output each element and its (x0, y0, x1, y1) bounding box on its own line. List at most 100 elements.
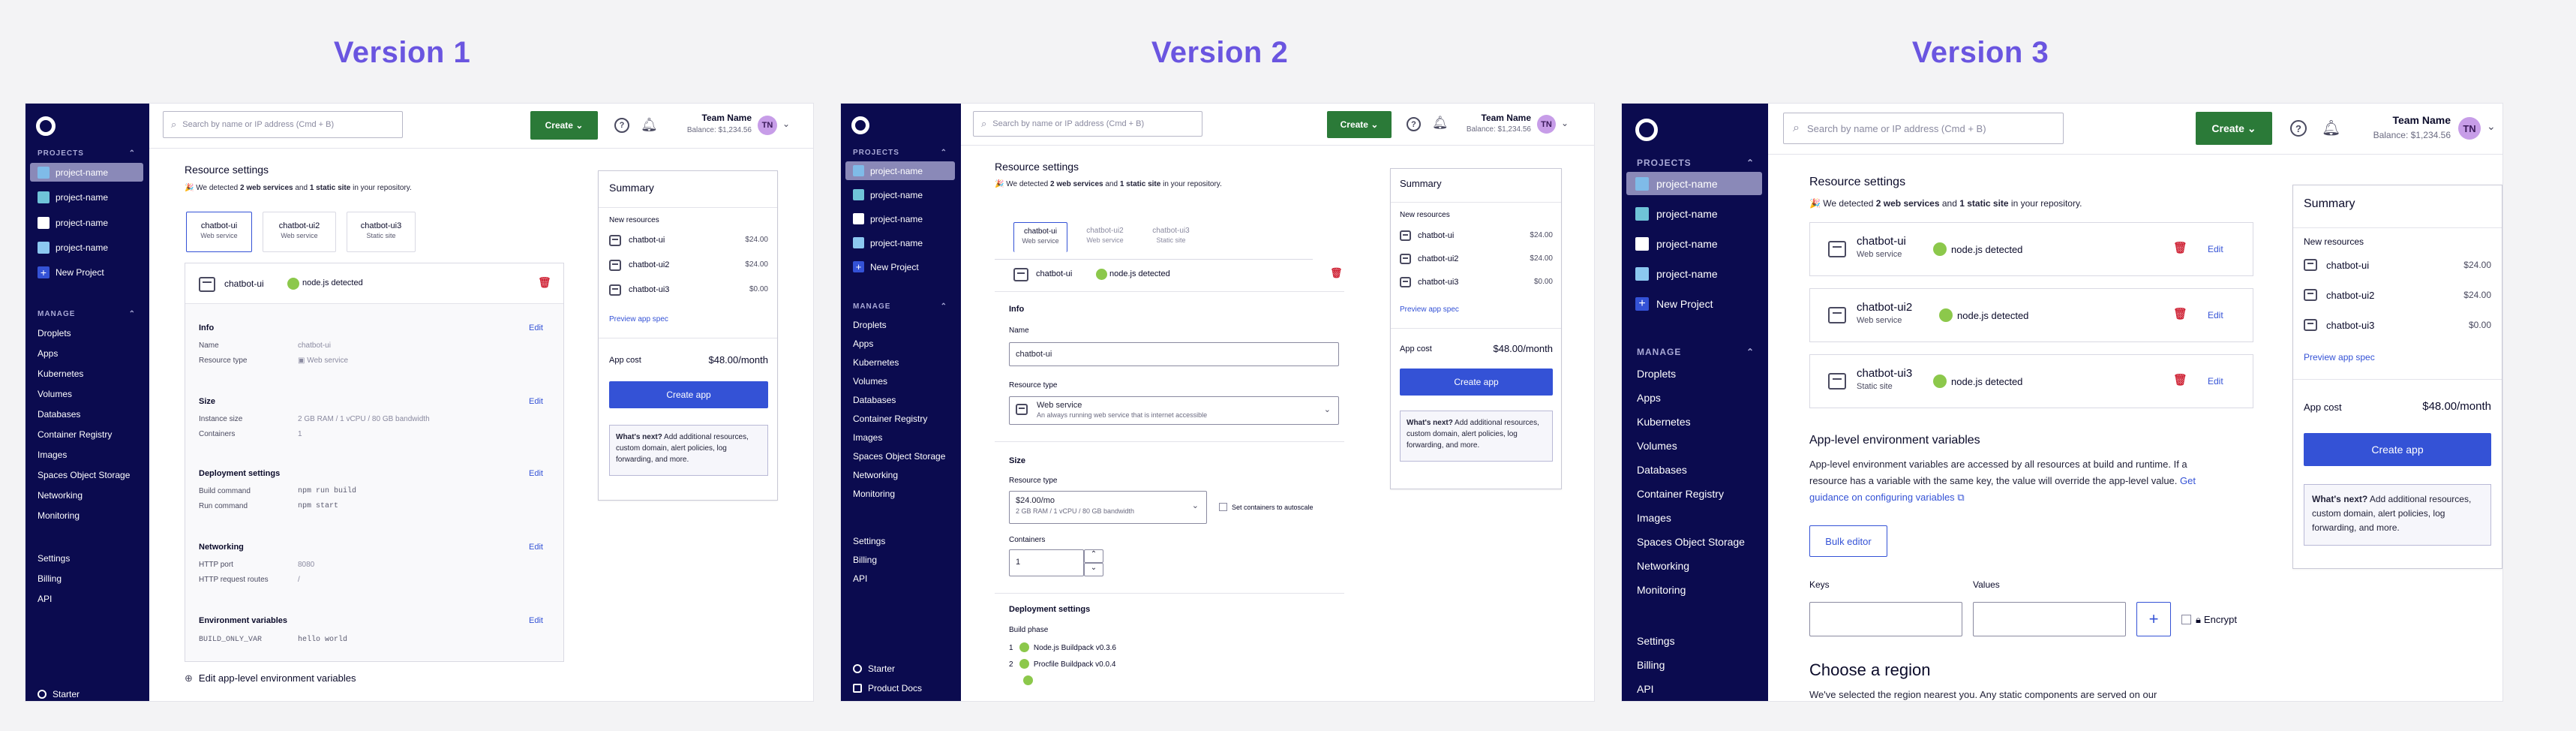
edit-info-link[interactable]: Edit (529, 323, 543, 332)
avatar[interactable]: TN (1537, 115, 1556, 134)
nav-kubernetes[interactable]: Kubernetes (38, 369, 83, 379)
create-button[interactable]: Create ⌄ (1327, 111, 1392, 138)
help-icon[interactable]: ? (614, 118, 629, 133)
bell-icon[interactable]: 🔔︎ (2322, 119, 2340, 137)
edit-app-env-link[interactable]: ⊕ Edit app-level environment variables (185, 672, 356, 684)
tab-chatbot-ui3[interactable]: chatbot-ui3 Static site (347, 212, 416, 252)
help-icon[interactable]: ? (2290, 120, 2307, 137)
sidebar-project-4[interactable]: project-name (1626, 262, 1762, 285)
preview-app-spec-link[interactable]: Preview app spec (609, 315, 668, 323)
new-project-link[interactable]: + New Project (1626, 292, 1762, 315)
trash-icon[interactable]: 🗑︎ (538, 276, 551, 289)
create-button[interactable]: Create ⌄ (2196, 112, 2272, 145)
nav-billing[interactable]: Billing (1637, 659, 1665, 671)
nav-images[interactable]: Images (853, 432, 882, 443)
bulk-editor-button[interactable]: Bulk editor (1809, 525, 1887, 557)
edit-link[interactable]: Edit (2208, 376, 2223, 387)
sidebar-project-3[interactable]: project-name (845, 209, 955, 228)
nav-volumes[interactable]: Volumes (853, 376, 887, 387)
chevron-down-icon[interactable]: ⌄ (782, 119, 790, 129)
nav-spaces[interactable]: Spaces Object Storage (853, 451, 945, 462)
decrement-button[interactable]: ⌄ (1084, 563, 1103, 576)
preview-app-spec-link[interactable]: Preview app spec (2304, 352, 2375, 362)
help-icon[interactable]: ? (1407, 117, 1421, 131)
nav-billing[interactable]: Billing (853, 555, 877, 565)
edit-size-link[interactable]: Edit (529, 397, 543, 406)
avatar[interactable]: TN (2458, 117, 2481, 140)
sidebar-project-1[interactable]: project-name (30, 163, 143, 182)
trash-icon[interactable]: 🗑︎ (2173, 241, 2187, 254)
nav-container-registry[interactable]: Container Registry (38, 429, 112, 440)
new-project-link[interactable]: + New Project (30, 263, 143, 281)
nav-droplets[interactable]: Droplets (1637, 368, 1676, 380)
sidebar-project-4[interactable]: project-name (30, 238, 143, 257)
nav-settings[interactable]: Settings (38, 553, 70, 564)
add-env-button[interactable]: + (2136, 602, 2171, 636)
nav-networking[interactable]: Networking (853, 470, 898, 480)
bell-icon[interactable]: 🔔︎ (641, 117, 658, 133)
edit-networking-link[interactable]: Edit (529, 543, 543, 552)
tab-chatbot-ui[interactable]: chatbot-ui Web service (1013, 222, 1067, 252)
trash-icon[interactable]: 🗑︎ (2173, 307, 2187, 320)
nav-starter[interactable]: Starter (38, 689, 80, 699)
avatar[interactable]: TN (758, 116, 777, 135)
component-row[interactable]: chatbot-ui Web service node.js detected … (1809, 222, 2253, 276)
search-input[interactable]: ⌕ Search by name or IP address (Cmd + B) (163, 111, 403, 138)
nav-apps[interactable]: Apps (38, 348, 58, 359)
nav-container-registry[interactable]: Container Registry (853, 414, 927, 424)
chevron-down-icon[interactable]: ⌄ (1561, 118, 1569, 128)
chevron-down-icon[interactable]: ⌄ (2487, 120, 2496, 133)
new-project-link[interactable]: + New Project (845, 257, 955, 276)
logo-icon[interactable] (36, 116, 56, 136)
instance-size-select[interactable]: $24.00/mo 2 GB RAM / 1 vCPU / 80 GB bandw… (1009, 491, 1207, 524)
tab-chatbot-ui3[interactable]: chatbot-ui3 Static site (1141, 222, 1201, 252)
sidebar-project-4[interactable]: project-name (845, 233, 955, 252)
create-app-button[interactable]: Create app (1400, 369, 1553, 396)
nav-databases[interactable]: Databases (1637, 464, 1687, 476)
name-field[interactable]: chatbot-ui (1009, 342, 1339, 366)
env-value-input[interactable] (1973, 602, 2126, 636)
nav-monitoring[interactable]: Monitoring (38, 510, 80, 521)
component-row[interactable]: chatbot-ui3 Static site node.js detected… (1809, 354, 2253, 408)
sidebar-project-2[interactable]: project-name (845, 185, 955, 204)
component-row[interactable]: chatbot-ui2 Web service node.js detected… (1809, 288, 2253, 342)
nav-kubernetes[interactable]: Kubernetes (853, 357, 899, 368)
nav-spaces[interactable]: Spaces Object Storage (38, 470, 130, 480)
nav-networking[interactable]: Networking (1637, 560, 1689, 572)
logo-icon[interactable] (1635, 119, 1658, 141)
nav-droplets[interactable]: Droplets (38, 328, 71, 338)
nav-images[interactable]: Images (38, 450, 67, 460)
nav-settings[interactable]: Settings (853, 536, 885, 546)
preview-app-spec-link[interactable]: Preview app spec (1400, 305, 1459, 314)
nav-images[interactable]: Images (1637, 512, 1671, 524)
autoscale-checkbox[interactable]: Set containers to autoscale (1219, 503, 1314, 511)
tab-chatbot-ui2[interactable]: chatbot-ui2 Web service (1075, 222, 1135, 252)
sidebar-project-1[interactable]: project-name (1626, 172, 1762, 195)
sidebar-project-2[interactable]: project-name (30, 188, 143, 206)
nav-api[interactable]: API (853, 573, 867, 584)
containers-stepper[interactable]: 1 (1009, 549, 1084, 576)
edit-env-link[interactable]: Edit (529, 616, 543, 625)
nav-databases[interactable]: Databases (38, 409, 80, 420)
nav-volumes[interactable]: Volumes (38, 389, 72, 399)
trash-icon[interactable]: 🗑︎ (1330, 267, 1343, 279)
search-input[interactable]: ⌕ Search by name or IP address (Cmd + B) (973, 111, 1202, 137)
resource-type-select[interactable]: Web service An always running web service… (1009, 396, 1339, 425)
sidebar-project-2[interactable]: project-name (1626, 202, 1762, 225)
create-app-button[interactable]: Create app (609, 381, 768, 408)
nav-apps[interactable]: Apps (1637, 392, 1661, 404)
team-name[interactable]: Team Name (2350, 114, 2451, 126)
nav-networking[interactable]: Networking (38, 490, 83, 501)
nav-settings[interactable]: Settings (1637, 635, 1675, 647)
nav-billing[interactable]: Billing (38, 573, 62, 584)
tab-chatbot-ui2[interactable]: chatbot-ui2 Web service (263, 212, 336, 252)
search-input[interactable]: ⌕ Search by name or IP address (Cmd + B) (1783, 113, 2064, 144)
create-button[interactable]: Create ⌄ (530, 111, 598, 140)
team-name[interactable]: Team Name (1449, 113, 1531, 123)
tab-chatbot-ui[interactable]: chatbot-ui Web service (186, 212, 252, 252)
nav-monitoring[interactable]: Monitoring (853, 489, 895, 499)
sidebar-project-3[interactable]: project-name (1626, 232, 1762, 255)
edit-link[interactable]: Edit (2208, 244, 2223, 254)
increment-button[interactable]: ⌃ (1084, 549, 1103, 563)
trash-icon[interactable]: 🗑︎ (2173, 373, 2187, 387)
